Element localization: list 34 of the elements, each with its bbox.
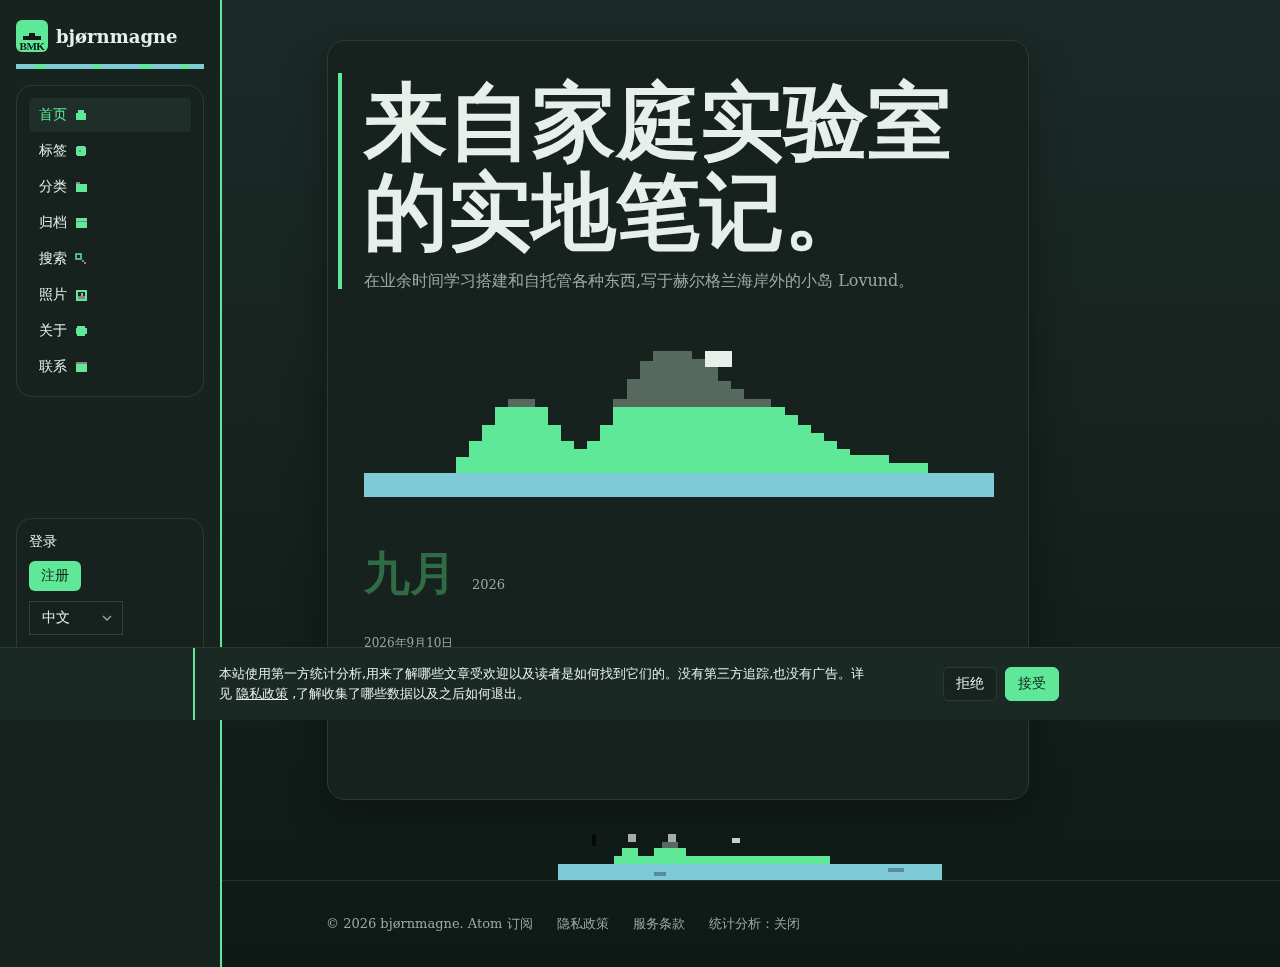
nav-item[interactable]: 关于 — [29, 314, 191, 348]
photo-icon — [75, 289, 88, 301]
tag-icon — [75, 145, 88, 157]
nav-item[interactable]: 联系 — [29, 350, 191, 384]
chevron-down-icon — [102, 615, 112, 621]
nav-item[interactable]: 归档 — [29, 206, 191, 240]
nav-item[interactable]: 照片 — [29, 278, 191, 312]
house-icon — [75, 109, 88, 121]
login-link[interactable]: 登录 — [29, 533, 191, 551]
decline-button[interactable]: 拒绝 — [943, 667, 997, 701]
hero-subtitle: 在业余时间学习搭建和自托管各种东西,写于赫尔格兰海岸外的小岛 Lovund。 — [364, 271, 916, 292]
hero-title: 来自家庭实验室的实地笔记。 — [364, 77, 953, 257]
month-heading: 九月 — [364, 545, 456, 602]
nav-item[interactable]: 标签 — [29, 134, 191, 168]
language-select[interactable]: 中文 — [29, 601, 123, 635]
copyright-text: © 2026 bjørnmagne. Atom 订阅 — [326, 915, 533, 933]
cookie-text: 本站使用第一方统计分析,用来了解哪些文章受欢迎以及读者是如何找到它们的。没有第三方追踪,也没有广告。详见 隐私政策 ,了解收集了哪些数据以及之后如何退出。 — [219, 665, 866, 703]
dot-icon — [75, 325, 88, 337]
footer-link[interactable]: 服务条款 — [632, 915, 685, 933]
footer-link[interactable]: 隐私政策 — [556, 915, 609, 933]
mail-icon — [75, 361, 88, 373]
nav-item[interactable]: 搜索 — [29, 242, 191, 276]
nav-item[interactable]: 分类 — [29, 170, 191, 204]
nav-item[interactable]: 首页 — [29, 98, 191, 132]
footer-link[interactable]: 统计分析：关闭 — [708, 915, 800, 933]
box-icon — [75, 217, 88, 229]
search-icon — [75, 253, 88, 265]
site-name[interactable]: bjørnmagne — [56, 25, 178, 47]
accept-button[interactable]: 接受 — [1005, 667, 1059, 701]
privacy-link[interactable]: 隐私政策 — [236, 686, 289, 701]
folder-icon — [75, 181, 88, 193]
year-label: 2026 — [472, 577, 506, 592]
register-button[interactable]: 注册 — [29, 561, 81, 591]
site-logo[interactable]: BMK — [16, 20, 48, 52]
